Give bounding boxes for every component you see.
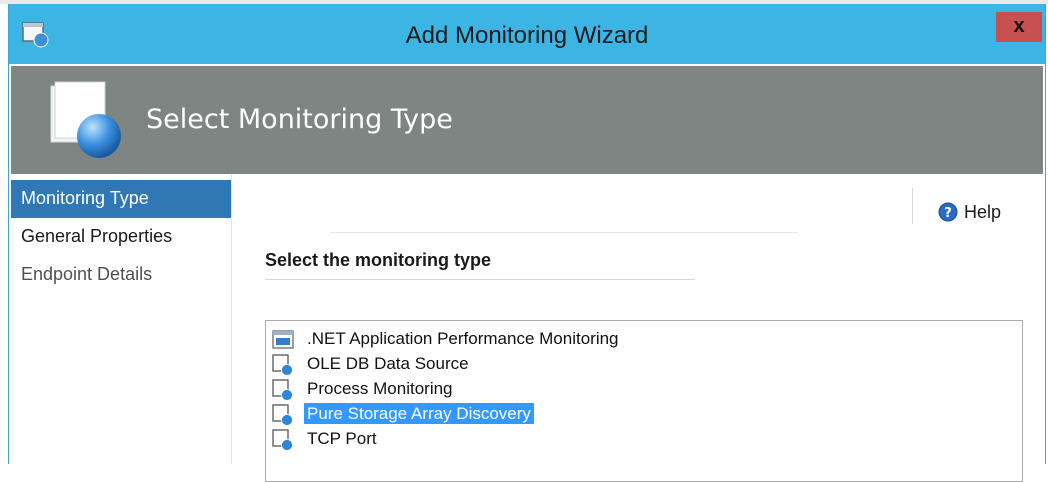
wizard-header-banner: Select Monitoring Type — [11, 66, 1043, 174]
window-title: Add Monitoring Wizard — [405, 22, 649, 49]
wizard-content: ? Help Select the monitoring type .NET A… — [232, 174, 1043, 482]
list-item[interactable]: .NET Application Performance Monitoring — [266, 326, 1022, 351]
wizard-nav: Monitoring Type General Properties Endpo… — [11, 180, 231, 460]
list-item-label: TCP Port — [307, 429, 377, 448]
monitor-template-icon — [272, 354, 293, 376]
list-item[interactable]: TCP Port — [266, 426, 1022, 451]
monitor-template-icon — [272, 429, 293, 451]
close-button[interactable]: x — [996, 12, 1042, 42]
monitoring-type-list[interactable]: .NET Application Performance Monitoring … — [265, 320, 1023, 482]
nav-item-monitoring-type[interactable]: Monitoring Type — [11, 180, 231, 218]
section-title: Select the monitoring type — [265, 250, 492, 270]
svg-text:?: ? — [944, 206, 952, 221]
nav-item-general-properties[interactable]: General Properties — [11, 218, 231, 256]
monitor-template-icon — [272, 404, 293, 426]
list-item-label: OLE DB Data Source — [307, 354, 469, 373]
title-bar[interactable]: Add Monitoring Wizard x — [9, 4, 1045, 64]
help-separator — [912, 188, 913, 224]
list-item[interactable]: Pure Storage Array Discovery — [266, 401, 1022, 426]
list-item-label: .NET Application Performance Monitoring — [307, 329, 619, 348]
wizard-window: Add Monitoring Wizard x Select Monitorin… — [8, 4, 1046, 482]
help-link[interactable]: ? Help — [938, 202, 1001, 223]
help-icon: ? — [938, 202, 958, 222]
section-divider — [265, 279, 695, 280]
list-item[interactable]: OLE DB Data Source — [266, 351, 1022, 376]
monitor-template-icon — [272, 379, 293, 401]
monitoring-wizard-icon — [50, 81, 121, 158]
help-label: Help — [964, 202, 1002, 222]
dotnet-app-icon — [272, 330, 294, 349]
nav-item-endpoint-details: Endpoint Details — [21, 264, 153, 284]
list-item-label: Pure Storage Array Discovery — [304, 403, 534, 424]
content-top-divider — [330, 232, 798, 233]
list-item[interactable]: Process Monitoring — [266, 376, 1022, 401]
list-item-label: Process Monitoring — [307, 379, 453, 398]
page-title: Select Monitoring Type — [146, 104, 453, 135]
